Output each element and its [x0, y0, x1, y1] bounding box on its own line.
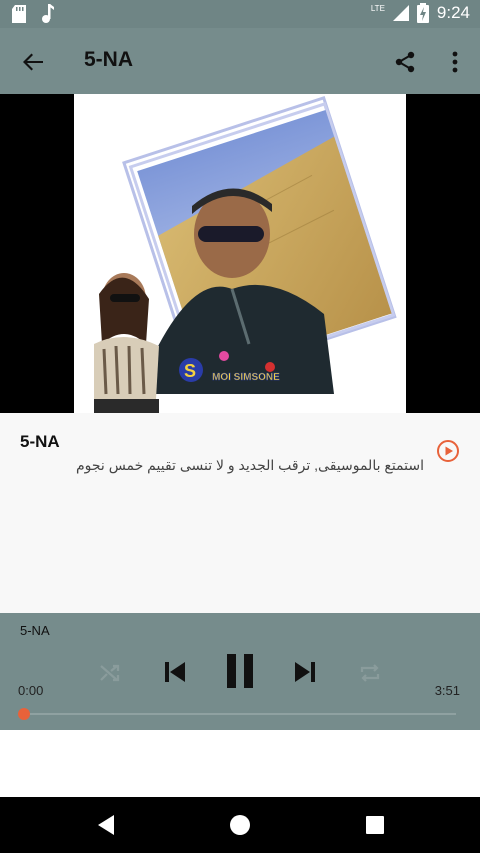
previous-button[interactable]: [160, 657, 190, 687]
battery-charging-icon: [416, 3, 429, 23]
track-title: 5-NA: [20, 432, 60, 451]
sd-card-icon: [12, 5, 26, 23]
shuffle-icon: [100, 664, 120, 682]
album-art-illustration: S MOI SIMSONE: [94, 96, 397, 413]
seek-bar-thumb[interactable]: [18, 708, 30, 720]
pause-icon: [227, 654, 253, 688]
repeat-icon: [360, 664, 380, 682]
home-circle-icon: [230, 815, 250, 835]
next-button[interactable]: [290, 657, 320, 687]
repeat-button[interactable]: [356, 659, 384, 687]
elapsed-time: 0:00: [18, 683, 44, 698]
recents-square-icon: [366, 816, 384, 834]
back-arrow-icon: [23, 53, 43, 71]
nav-back-button[interactable]: [92, 811, 120, 839]
more-vert-icon: [452, 51, 458, 73]
album-art: S MOI SIMSONE: [74, 94, 406, 413]
art-caption-text: MOI SIMSONE: [212, 372, 280, 383]
skip-next-icon: [295, 662, 315, 682]
play-circle-icon: [437, 440, 459, 462]
pause-button[interactable]: [222, 653, 258, 689]
more-options-button[interactable]: [440, 47, 470, 77]
back-button[interactable]: [18, 47, 48, 77]
shuffle-button[interactable]: [96, 659, 124, 687]
track-info-panel: 5-NA استمتع بالموسيقى, ترقب الجديد و لا …: [0, 413, 480, 613]
system-navigation-bar: [0, 797, 480, 853]
track-play-button[interactable]: [436, 439, 460, 463]
status-time: 9:24: [436, 3, 470, 22]
player-track-title: 5-NA: [20, 623, 50, 638]
network-label: LTE: [370, 3, 385, 13]
seek-bar[interactable]: [24, 713, 456, 715]
back-triangle-icon: [98, 815, 114, 835]
empty-area: [0, 730, 480, 797]
share-button[interactable]: [390, 47, 420, 77]
lte-signal-icon: [392, 5, 409, 21]
track-description: استمتع بالموسيقى, ترقب الجديد و لا تنسى …: [75, 457, 424, 473]
skip-previous-icon: [165, 662, 185, 682]
page-title: 5-NA: [84, 48, 134, 71]
share-icon: [395, 51, 415, 73]
app-bar: 5-NA: [0, 28, 480, 94]
status-bar: LTE 9:24: [0, 0, 480, 28]
nav-recents-button[interactable]: [361, 811, 389, 839]
music-note-icon: [42, 4, 54, 23]
nav-home-button[interactable]: [226, 811, 254, 839]
mini-player: 5-NA 0:00 3:51: [0, 613, 480, 730]
art-caption-letter: S: [184, 361, 196, 381]
total-duration: 3:51: [434, 683, 460, 698]
album-art-area: S MOI SIMSONE: [0, 94, 480, 413]
